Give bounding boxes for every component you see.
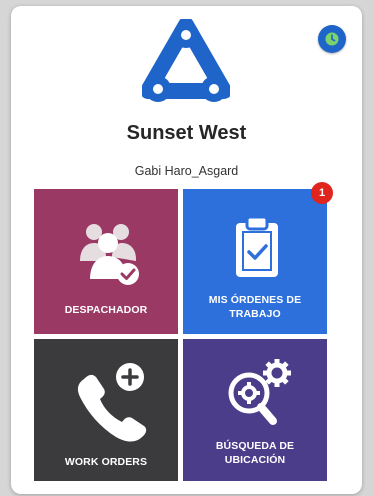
screen-frame: Sunset West Gabi Haro_Asgard DESPACHADOR… <box>0 0 373 496</box>
mis-ordenes-tile[interactable]: MIS ÓRDENES DE TRABAJO <box>183 189 327 334</box>
clipboard-check-icon <box>236 217 278 277</box>
users-check-icon <box>80 224 139 285</box>
busqueda-label-line1: BÚSQUEDA DE <box>215 440 295 452</box>
work-orders-label: WORK ORDERS <box>64 456 148 468</box>
phone-plus-icon <box>77 363 147 442</box>
clock-icon <box>325 32 339 46</box>
work-orders-tile[interactable]: WORK ORDERS <box>34 339 178 481</box>
clock-button[interactable] <box>318 25 346 53</box>
mis-ordenes-label-line2: TRABAJO <box>229 308 281 320</box>
busqueda-label-line2: UBICACIÓN <box>224 454 286 466</box>
user-name: Gabi Haro_Asgard <box>134 164 239 178</box>
triangle-nodes-logo-icon <box>142 19 230 102</box>
despachador-tile[interactable]: DESPACHADOR <box>34 189 178 334</box>
company-name: Sunset West <box>126 122 247 144</box>
gear-search-icon <box>228 359 291 425</box>
mis-ordenes-label-line1: MIS ÓRDENES DE <box>208 294 302 306</box>
notification-badge: 1 <box>311 182 333 204</box>
despachador-label: DESPACHADOR <box>64 304 148 316</box>
busqueda-ubicacion-tile[interactable]: BÚSQUEDA DE UBICACIÓN <box>183 339 327 481</box>
